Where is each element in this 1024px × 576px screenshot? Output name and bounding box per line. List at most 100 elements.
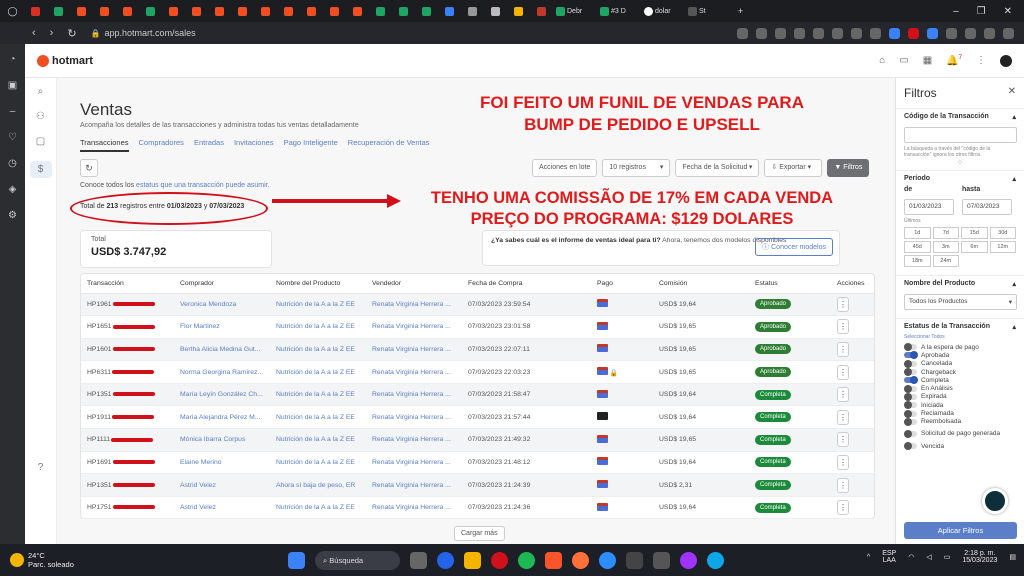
url-field[interactable]: app.hotmart.com/sales <box>105 28 196 38</box>
tab-debr[interactable]: Debr <box>554 3 596 19</box>
bulk-actions-button[interactable]: Acciones en lote <box>532 159 598 177</box>
tx-code-input[interactable] <box>904 127 1017 143</box>
tab-hotmart-2[interactable] <box>94 3 115 19</box>
chevron-up-icon[interactable]: ▴ <box>1012 113 1016 121</box>
avatar[interactable] <box>1000 54 1012 67</box>
chat-icon[interactable]: ▭ <box>899 55 908 66</box>
heart-icon[interactable]: ♡ <box>8 132 17 143</box>
notifications-icon[interactable]: ▤ <box>1009 553 1016 561</box>
messenger-icon[interactable] <box>680 552 697 569</box>
tab-hotmart-12[interactable] <box>347 3 368 19</box>
marketplace-icon[interactable]: ⌂ <box>879 55 885 66</box>
hotmart-logo[interactable]: hotmart <box>37 54 93 67</box>
tab-transacciones[interactable]: Transacciones <box>80 138 129 152</box>
extension-icon[interactable] <box>794 27 805 39</box>
apply-filters-button[interactable]: Aplicar Filtros <box>904 522 1017 539</box>
tx-code[interactable]: HP6311 <box>81 360 174 384</box>
users-icon[interactable]: ⚇ <box>36 111 45 122</box>
table-row[interactable]: HP1691 Elaine Merino Nutrición de la A a l… <box>81 451 874 475</box>
tab-red[interactable] <box>531 3 552 19</box>
status-toggle-row[interactable]: Cancelada <box>904 359 1016 368</box>
col-comprador[interactable]: Comprador <box>174 274 270 294</box>
extension-icon[interactable] <box>927 27 938 39</box>
tx-code[interactable]: HP1911 <box>81 405 174 430</box>
language-indicator[interactable]: ESP LAA <box>882 550 896 564</box>
toggle-switch[interactable] <box>904 392 917 401</box>
tab-gray[interactable] <box>462 3 483 19</box>
date-type-select[interactable]: Fecha de la Solicitud ▾ <box>675 159 760 177</box>
range-1d[interactable]: 1d <box>904 226 931 239</box>
range-30d[interactable]: 30d <box>989 226 1016 239</box>
status-toggle-row[interactable]: Reembolsada <box>904 417 1016 426</box>
tab-hotmart-4[interactable] <box>163 3 184 19</box>
seller-name[interactable]: Renata Virginia Herrera ... <box>366 293 462 317</box>
product-select[interactable]: Todos los Productos ▾ <box>904 293 1017 310</box>
col-comision[interactable]: Comisión <box>653 274 749 294</box>
extension-icon[interactable] <box>946 27 957 39</box>
apps-icon[interactable]: ▦ <box>923 55 932 66</box>
extension-icon[interactable] <box>908 27 919 39</box>
chevron-up-icon[interactable]: ▴ <box>1012 175 1016 183</box>
date-from-input[interactable]: 01/03/2023 <box>904 198 954 215</box>
more-actions-icon[interactable]: ⋮ <box>837 500 849 516</box>
tab-hotmart-11[interactable] <box>324 3 345 19</box>
export-button[interactable]: ⇩ Exportar ▾ <box>764 159 823 177</box>
buyer-name[interactable]: María Alejandra Pérez M... <box>174 405 270 430</box>
product-name[interactable]: Nutrición de la A a la Z EE <box>270 405 366 430</box>
range-45d[interactable]: 45d <box>904 240 931 253</box>
taskbar-search[interactable]: ⌕ Búsqueda <box>315 551 400 570</box>
minimize-icon[interactable]: – <box>953 6 959 17</box>
table-row[interactable]: HP1911 María Alejandra Pérez M... Nutrició… <box>81 405 874 430</box>
windows-start-icon[interactable] <box>288 552 305 569</box>
extension-icon[interactable] <box>870 27 881 39</box>
extension-icon[interactable] <box>737 27 748 39</box>
seller-name[interactable]: Renata Virginia Herrera ... <box>366 496 462 520</box>
spotify-icon[interactable] <box>518 552 535 569</box>
buyer-name[interactable]: Flor Martinez <box>174 315 270 339</box>
table-row[interactable]: HP1601 Bertha Alicia Medina Gut... Nutrici… <box>81 338 874 362</box>
more-actions-icon[interactable]: ⋮ <box>837 409 849 425</box>
more-actions-icon[interactable]: ⋮ <box>837 477 849 493</box>
zoom-icon[interactable] <box>599 552 616 569</box>
col-vendedor[interactable]: Vendedor <box>366 274 462 294</box>
clock[interactable]: 2:18 p. m. 15/03/2023 <box>962 550 997 564</box>
extension-icon[interactable] <box>756 27 767 39</box>
status-toggle-row[interactable]: En Análisis <box>904 384 1016 393</box>
chevron-up-icon[interactable]: ^ <box>867 554 870 561</box>
buyer-name[interactable]: Astrid Velez <box>174 496 270 520</box>
range-3m[interactable]: 3m <box>932 240 959 253</box>
product-name[interactable]: Nutrición de la A a la Z EE <box>270 315 366 339</box>
earth-icon[interactable] <box>707 552 724 569</box>
date-to-input[interactable]: 07/03/2023 <box>962 198 1012 215</box>
extension-icon[interactable] <box>1003 27 1014 39</box>
product-name[interactable]: Nutrición de la A a la Z EE <box>270 451 366 475</box>
menu-icon[interactable]: ⋮ <box>976 55 986 66</box>
tab-compradores[interactable]: Compradores <box>139 138 184 152</box>
tab-recuperacion[interactable]: Recuperación de Ventas <box>348 138 430 152</box>
table-row[interactable]: HP1751 Astrid Velez Nutrición de la A a la… <box>81 496 874 520</box>
buyer-name[interactable]: Bertha Alicia Medina Gut... <box>174 338 270 362</box>
tab-sheets[interactable] <box>370 3 391 19</box>
more-actions-icon[interactable]: ⋮ <box>837 341 849 357</box>
toggle-switch[interactable] <box>904 417 917 426</box>
tx-code[interactable]: HP1751 <box>81 496 174 520</box>
product-name[interactable]: Nutrición de la A a la Z EE <box>270 428 366 452</box>
cube-icon[interactable]: ◈ <box>9 184 17 195</box>
col-fecha[interactable]: Fecha de Compra <box>462 274 591 294</box>
tab-blue[interactable] <box>439 3 460 19</box>
range-18m[interactable]: 18m <box>904 254 931 267</box>
tab-hotmart[interactable] <box>71 3 92 19</box>
toggle-switch[interactable] <box>904 442 917 451</box>
status-toggle-row[interactable]: Vencida <box>904 442 1016 451</box>
file-explorer-icon[interactable] <box>410 552 427 569</box>
more-actions-icon[interactable]: ⋮ <box>837 364 849 380</box>
load-more-button[interactable]: Cargar más <box>454 526 505 541</box>
buyer-name[interactable]: Mónica Ibarra Corpus <box>174 428 270 452</box>
speed-dial-icon[interactable]: ◔ <box>9 54 15 65</box>
tab-sheets-3[interactable] <box>416 3 437 19</box>
extension-icon[interactable] <box>984 27 995 39</box>
col-pago[interactable]: Pago <box>591 274 653 294</box>
opera-icon[interactable] <box>491 552 508 569</box>
extension-icon[interactable] <box>832 27 843 39</box>
tab-dolar[interactable]: dolar <box>642 3 684 19</box>
